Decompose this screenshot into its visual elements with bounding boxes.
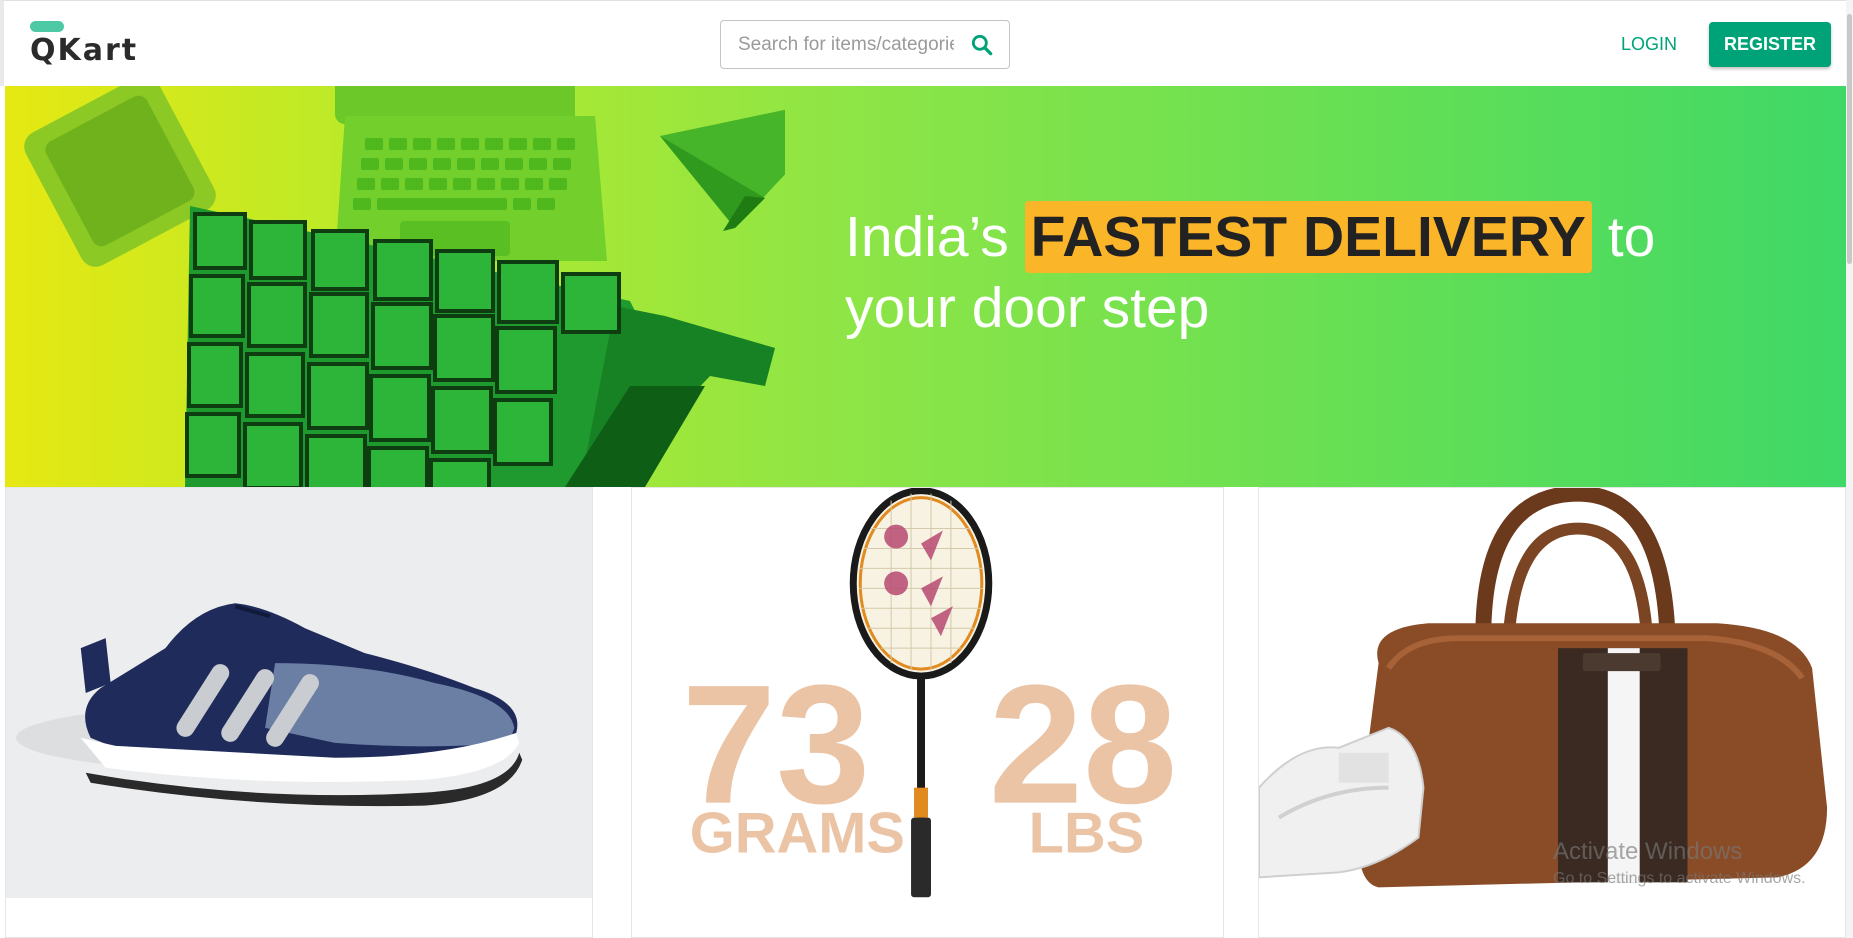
- top-header: QKart LOGIN REGISTER: [0, 0, 1853, 86]
- racket-weight-unit: GRAMS: [690, 801, 905, 865]
- hero-illustration: [24, 86, 785, 487]
- product-grid: 73 GRAMS 28 LBS: [5, 487, 1846, 938]
- qkart-logo[interactable]: QKart: [30, 21, 150, 68]
- page-scrollbar[interactable]: [1846, 0, 1853, 938]
- register-button[interactable]: REGISTER: [1709, 22, 1831, 67]
- laptop-graphic: [335, 86, 607, 261]
- product-card[interactable]: [1258, 487, 1846, 938]
- logo-mark: [30, 21, 64, 32]
- paper-plane-graphic: [660, 109, 785, 231]
- product-card[interactable]: [5, 487, 593, 938]
- hero-banner: India’s FASTEST DELIVERY to your door st…: [5, 86, 1846, 487]
- badminton-racket-image: 73 GRAMS 28 LBS: [632, 488, 1223, 898]
- leather-duffel-bag-image: [1259, 488, 1845, 898]
- product-card[interactable]: 73 GRAMS 28 LBS: [631, 487, 1224, 938]
- logo-text: QKart: [30, 33, 139, 68]
- sports-shoe-image: [6, 488, 592, 898]
- login-button[interactable]: LOGIN: [1607, 25, 1691, 63]
- page: QKart LOGIN REGISTER: [0, 0, 1853, 938]
- search-box: [720, 20, 1010, 69]
- hero-subline: your door step: [845, 276, 1210, 340]
- search-input[interactable]: [722, 22, 954, 67]
- search-icon[interactable]: [969, 32, 995, 58]
- hero-headline-suffix: to: [1591, 205, 1656, 269]
- racket-tension-unit: LBS: [1029, 801, 1145, 865]
- hero-headline-prefix: India’s: [845, 205, 1025, 269]
- scrollbar-thumb[interactable]: [1847, 14, 1852, 264]
- hero-highlight: FASTEST DELIVERY: [1024, 201, 1592, 273]
- hero-headline: India’s FASTEST DELIVERY to: [845, 201, 1656, 273]
